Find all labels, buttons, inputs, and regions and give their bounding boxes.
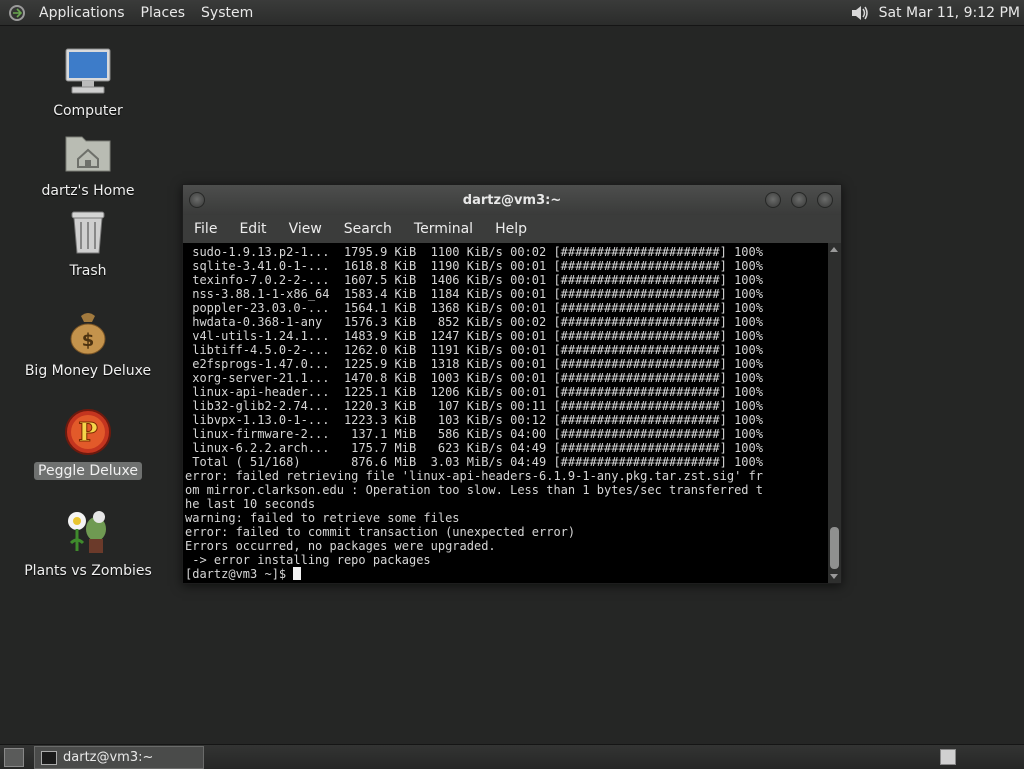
menu-view[interactable]: View xyxy=(278,221,333,237)
system-menu[interactable]: System xyxy=(193,5,261,21)
terminal-output[interactable]: sudo-1.9.13.p2-1... 1795.9 KiB 1100 KiB/… xyxy=(183,243,828,583)
terminal-line: sqlite-3.41.0-1-... 1618.8 KiB 1190 KiB/… xyxy=(185,259,763,273)
volume-icon[interactable] xyxy=(849,2,871,24)
menu-file[interactable]: File xyxy=(183,221,228,237)
terminal-line: linux-firmware-2... 137.1 MiB 586 KiB/s … xyxy=(185,427,763,441)
terminal-prompt: [dartz@vm3 ~]$ xyxy=(185,567,294,581)
home-folder-icon xyxy=(62,126,114,178)
terminal-line: sudo-1.9.13.p2-1... 1795.9 KiB 1100 KiB/… xyxy=(185,245,763,259)
bottom-panel: dartz@vm3:~ xyxy=(0,744,1024,769)
scroll-up-arrow-icon[interactable] xyxy=(830,247,838,252)
clock[interactable]: Sat Mar 11, 9:12 PM xyxy=(879,5,1020,21)
terminal-titlebar[interactable]: dartz@vm3:~ xyxy=(183,185,841,215)
desktop-icon-label: dartz's Home xyxy=(41,183,135,199)
taskbar-terminal-button[interactable]: dartz@vm3:~ xyxy=(34,746,204,769)
desktop-icon-peggle[interactable]: P Peggle Deluxe xyxy=(8,406,168,480)
workspace-switcher[interactable] xyxy=(940,749,956,765)
desktop-icon-label: Plants vs Zombies xyxy=(24,563,152,579)
terminal-line: e2fsprogs-1.47.0... 1225.9 KiB 1318 KiB/… xyxy=(185,357,763,371)
terminal-line: om mirror.clarkson.edu : Operation too s… xyxy=(185,483,763,497)
taskbar-label: dartz@vm3:~ xyxy=(63,750,154,765)
desktop-icon-computer[interactable]: Computer xyxy=(8,46,168,120)
scrollbar-thumb[interactable] xyxy=(830,527,839,569)
terminal-line: texinfo-7.0.2-2-... 1607.5 KiB 1406 KiB/… xyxy=(185,273,763,287)
terminal-line: poppler-23.03.0-... 1564.1 KiB 1368 KiB/… xyxy=(185,301,763,315)
terminal-line: error: failed to commit transaction (une… xyxy=(185,525,576,539)
svg-text:$: $ xyxy=(82,330,95,351)
terminal-line: libvpx-1.13.0-1-... 1223.3 KiB 103 KiB/s… xyxy=(185,413,763,427)
terminal-line: lib32-glib2-2.74... 1220.3 KiB 107 KiB/s… xyxy=(185,399,763,413)
terminal-line: linux-6.2.2.arch... 175.7 MiB 623 KiB/s … xyxy=(185,441,763,455)
desktop-icon-plants-vs-zombies[interactable]: Plants vs Zombies xyxy=(8,506,168,580)
desktop-icon-home[interactable]: dartz's Home xyxy=(8,126,168,200)
desktop-icon-trash[interactable]: Trash xyxy=(8,206,168,280)
terminal-menubar: File Edit View Search Terminal Help xyxy=(183,215,841,243)
terminal-prompt-line[interactable]: [dartz@vm3 ~]$ xyxy=(185,567,828,581)
terminal-line: -> error installing repo packages xyxy=(185,553,431,567)
terminal-line: error: failed retrieving file 'linux-api… xyxy=(185,469,763,483)
terminal-icon xyxy=(41,750,57,765)
places-menu[interactable]: Places xyxy=(133,5,194,21)
desktop-icon-label: Peggle Deluxe xyxy=(34,462,142,480)
svg-text:P: P xyxy=(78,418,98,448)
money-bag-icon: $ xyxy=(62,306,114,358)
terminal-line: Total ( 51/168) 876.6 MiB 3.03 MiB/s 04:… xyxy=(185,455,763,469)
terminal-line: hwdata-0.368-1-any 1576.3 KiB 852 KiB/s … xyxy=(185,315,763,329)
terminal-scrollbar[interactable] xyxy=(828,243,841,583)
menu-search[interactable]: Search xyxy=(333,221,403,237)
terminal-cursor xyxy=(293,567,302,580)
computer-icon xyxy=(62,46,114,98)
terminal-line: he last 10 seconds xyxy=(185,497,316,511)
terminal-window: dartz@vm3:~ File Edit View Search Termin… xyxy=(182,184,842,584)
terminal-line: warning: failed to retrieve some files xyxy=(185,511,460,525)
minimize-button[interactable] xyxy=(765,192,781,208)
terminal-lines: sudo-1.9.13.p2-1... 1795.9 KiB 1100 KiB/… xyxy=(183,243,828,581)
desktop-icon-big-money[interactable]: $ Big Money Deluxe xyxy=(8,306,168,380)
trash-icon xyxy=(62,206,114,258)
desktop-icon-label: Computer xyxy=(53,103,123,119)
terminal-line: libtiff-4.5.0-2-... 1262.0 KiB 1191 KiB/… xyxy=(185,343,763,357)
top-panel: Applications Places System Sat Mar 11, 9… xyxy=(0,0,1024,26)
window-title: dartz@vm3:~ xyxy=(462,192,562,208)
menu-edit[interactable]: Edit xyxy=(228,221,277,237)
scroll-down-arrow-icon[interactable] xyxy=(830,574,838,579)
window-menu-button[interactable] xyxy=(189,192,205,208)
plants-vs-zombies-icon xyxy=(62,506,114,558)
desktop-icon-label: Big Money Deluxe xyxy=(24,363,152,379)
maximize-button[interactable] xyxy=(791,192,807,208)
terminal-line: xorg-server-21.1... 1470.8 KiB 1003 KiB/… xyxy=(185,371,763,385)
distro-logo-icon[interactable] xyxy=(8,4,26,22)
terminal-line: nss-3.88.1-1-x86_64 1583.4 KiB 1184 KiB/… xyxy=(185,287,763,301)
peggle-icon: P xyxy=(62,406,114,458)
terminal-line: linux-api-header... 1225.1 KiB 1206 KiB/… xyxy=(185,385,763,399)
menu-terminal[interactable]: Terminal xyxy=(403,221,484,237)
close-button[interactable] xyxy=(817,192,833,208)
show-desktop-icon[interactable] xyxy=(4,748,24,767)
applications-menu[interactable]: Applications xyxy=(31,5,133,21)
menu-help[interactable]: Help xyxy=(484,221,538,237)
terminal-line: v4l-utils-1.24.1... 1483.9 KiB 1247 KiB/… xyxy=(185,329,763,343)
terminal-line: Errors occurred, no packages were upgrad… xyxy=(185,539,496,553)
desktop-icon-label: Trash xyxy=(69,263,107,279)
